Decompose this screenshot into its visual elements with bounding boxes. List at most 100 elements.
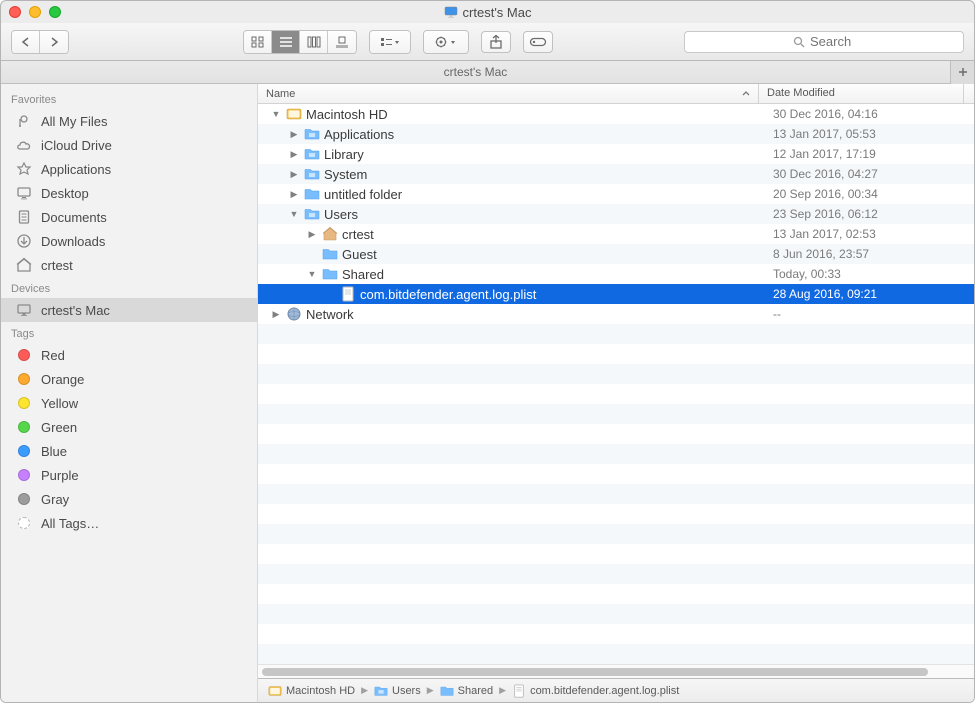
view-list-button[interactable] — [272, 31, 300, 53]
empty-row — [258, 344, 974, 364]
path-label: Macintosh HD — [286, 685, 355, 697]
view-columns-button[interactable] — [300, 31, 328, 53]
disclosure-triangle-icon[interactable]: ▼ — [306, 269, 318, 279]
file-row[interactable]: ▶ crtest 13 Jan 2017, 02:53 — [258, 224, 974, 244]
disclosure-triangle-icon[interactable]: ▼ — [288, 209, 300, 219]
sidebar-item-applications[interactable]: Applications — [1, 157, 257, 181]
file-row[interactable]: ▶ untitled folder 20 Sep 2016, 00:34 — [258, 184, 974, 204]
minimize-button[interactable] — [29, 6, 41, 18]
file-row[interactable]: ▶ Library 12 Jan 2017, 17:19 — [258, 144, 974, 164]
file-row[interactable]: com.bitdefender.agent.log.plist 28 Aug 2… — [258, 284, 974, 304]
file-row[interactable]: ▼ Users 23 Sep 2016, 06:12 — [258, 204, 974, 224]
tab-bar: crtest's Mac — [1, 61, 974, 84]
empty-row — [258, 644, 974, 664]
file-date: 13 Jan 2017, 02:53 — [769, 227, 974, 241]
tag-dot-icon — [18, 349, 30, 361]
network-icon — [286, 306, 302, 322]
sidebar-tag-green[interactable]: Green — [1, 415, 257, 439]
file-row[interactable]: ▼ Macintosh HD 30 Dec 2016, 04:16 — [258, 104, 974, 124]
sidebar-tag-all-tags…[interactable]: All Tags… — [1, 511, 257, 535]
icloud-icon — [15, 136, 33, 154]
sidebar-tag-orange[interactable]: Orange — [1, 367, 257, 391]
sidebar-tag-gray[interactable]: Gray — [1, 487, 257, 511]
search-input[interactable] — [810, 34, 855, 49]
path-item[interactable]: Macintosh HD — [268, 684, 355, 698]
file-date: -- — [769, 307, 974, 321]
file-row[interactable]: Guest 8 Jun 2016, 23:57 — [258, 244, 974, 264]
file-date: 8 Jun 2016, 23:57 — [769, 247, 974, 261]
empty-row — [258, 544, 974, 564]
tab-title: crtest's Mac — [1, 65, 950, 79]
view-icons-button[interactable] — [244, 31, 272, 53]
favorites-header: Favorites — [1, 88, 257, 109]
file-row[interactable]: ▶ System 30 Dec 2016, 04:27 — [258, 164, 974, 184]
tag-dot-icon — [18, 469, 30, 481]
new-tab-button[interactable] — [950, 61, 974, 84]
tags-button[interactable] — [523, 31, 553, 53]
disclosure-triangle-icon[interactable]: ▶ — [288, 169, 300, 180]
share-button[interactable] — [481, 31, 511, 53]
sidebar-item-desktop[interactable]: Desktop — [1, 181, 257, 205]
file-tree[interactable]: ▼ Macintosh HD 30 Dec 2016, 04:16 ▶ Appl… — [258, 104, 974, 664]
toolbar — [1, 23, 974, 61]
back-button[interactable] — [12, 31, 40, 53]
applications-icon — [15, 160, 33, 178]
column-date[interactable]: Date Modified — [759, 84, 964, 103]
action-group — [423, 30, 469, 54]
column-name[interactable]: Name — [258, 84, 759, 103]
sidebar-tag-red[interactable]: Red — [1, 343, 257, 367]
disclosure-triangle-icon[interactable]: ▶ — [270, 309, 282, 320]
all-files-icon — [15, 112, 33, 130]
desktop-icon — [15, 184, 33, 202]
folder-icon — [304, 186, 320, 202]
horizontal-scrollbar[interactable] — [258, 664, 974, 678]
empty-row — [258, 444, 974, 464]
search-field[interactable] — [684, 31, 964, 53]
sidebar-item-all-my-files[interactable]: All My Files — [1, 109, 257, 133]
downloads-icon — [15, 232, 33, 250]
empty-row — [258, 564, 974, 584]
close-button[interactable] — [9, 6, 21, 18]
file-name: crtest — [342, 227, 374, 242]
view-switch — [243, 30, 357, 54]
sidebar-item-label: Green — [41, 420, 77, 435]
file-name: Library — [324, 147, 364, 162]
forward-button[interactable] — [40, 31, 68, 53]
file-row[interactable]: ▶ Applications 13 Jan 2017, 05:53 — [258, 124, 974, 144]
disclosure-triangle-icon[interactable]: ▶ — [288, 129, 300, 140]
sidebar-item-label: crtest — [41, 258, 73, 273]
sidebar-item-icloud-drive[interactable]: iCloud Drive — [1, 133, 257, 157]
window-controls — [9, 6, 61, 18]
disclosure-triangle-icon[interactable]: ▶ — [288, 149, 300, 160]
empty-row — [258, 504, 974, 524]
view-coverflow-button[interactable] — [328, 31, 356, 53]
empty-row — [258, 404, 974, 424]
path-item[interactable]: Shared — [440, 684, 493, 698]
action-button[interactable] — [424, 31, 468, 53]
scrollbar-thumb[interactable] — [262, 668, 928, 676]
sidebar-tag-yellow[interactable]: Yellow — [1, 391, 257, 415]
empty-row — [258, 624, 974, 644]
sidebar-tag-blue[interactable]: Blue — [1, 439, 257, 463]
path-item[interactable]: com.bitdefender.agent.log.plist — [512, 684, 679, 698]
disclosure-triangle-icon[interactable]: ▶ — [306, 229, 318, 240]
path-label: com.bitdefender.agent.log.plist — [530, 685, 679, 697]
disclosure-triangle-icon[interactable]: ▶ — [288, 189, 300, 200]
imac-icon — [444, 6, 458, 18]
sidebar-tag-purple[interactable]: Purple — [1, 463, 257, 487]
sidebar-item-documents[interactable]: Documents — [1, 205, 257, 229]
file-row[interactable]: ▼ Shared Today, 00:33 — [258, 264, 974, 284]
zoom-button[interactable] — [49, 6, 61, 18]
file-area: Name Date Modified ▼ Macintosh HD 30 Dec… — [258, 84, 974, 702]
file-name: com.bitdefender.agent.log.plist — [360, 287, 536, 302]
file-name: Network — [306, 307, 354, 322]
arrange-button[interactable] — [370, 31, 410, 53]
disclosure-triangle-icon[interactable]: ▼ — [270, 109, 282, 119]
sidebar-item-crtest[interactable]: crtest — [1, 253, 257, 277]
file-date: 13 Jan 2017, 05:53 — [769, 127, 974, 141]
arrange-group — [369, 30, 411, 54]
file-row[interactable]: ▶ Network -- — [258, 304, 974, 324]
path-item[interactable]: Users — [374, 684, 421, 698]
sidebar-item-downloads[interactable]: Downloads — [1, 229, 257, 253]
sidebar-device-crtest-s-mac[interactable]: crtest's Mac — [1, 298, 257, 322]
